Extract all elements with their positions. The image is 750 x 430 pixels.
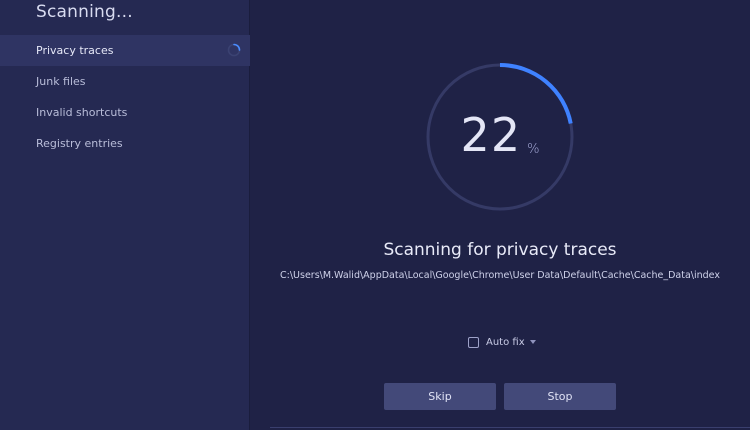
sidebar-item-label: Privacy traces (36, 44, 114, 57)
sidebar-title: Scanning... (36, 2, 133, 22)
sidebar: Scanning... Privacy traces Junk files In… (0, 0, 250, 430)
sidebar-item-registry-entries[interactable]: Registry entries (0, 128, 250, 159)
progress-percent-unit: % (527, 142, 540, 157)
auto-fix-checkbox[interactable] (468, 336, 479, 348)
sidebar-item-label: Registry entries (36, 137, 123, 150)
sidebar-item-label: Junk files (36, 75, 86, 88)
spinner-icon (227, 43, 241, 57)
auto-fix-toggle[interactable]: Auto fix (468, 334, 536, 350)
status-title: Scanning for privacy traces (383, 240, 617, 260)
auto-fix-label: Auto fix (486, 336, 525, 348)
sidebar-item-invalid-shortcuts[interactable]: Invalid shortcuts (0, 97, 250, 128)
app-window: Scanning... Privacy traces Junk files In… (0, 0, 750, 430)
sidebar-item-label: Invalid shortcuts (36, 106, 128, 119)
sidebar-item-junk-files[interactable]: Junk files (0, 66, 250, 97)
sidebar-item-privacy-traces[interactable]: Privacy traces (0, 35, 250, 66)
skip-button[interactable]: Skip (384, 383, 496, 410)
scan-path: C:\Users\M.Walid\AppData\Local\Google\Ch… (280, 270, 720, 281)
chevron-down-icon[interactable] (529, 340, 536, 344)
progress-percent-number: 22 (460, 108, 522, 162)
stop-button[interactable]: Stop (504, 383, 616, 410)
progress-value: 22% (424, 105, 576, 180)
main-panel: 22% Scanning for privacy traces C:\Users… (250, 0, 750, 430)
divider (270, 427, 750, 428)
